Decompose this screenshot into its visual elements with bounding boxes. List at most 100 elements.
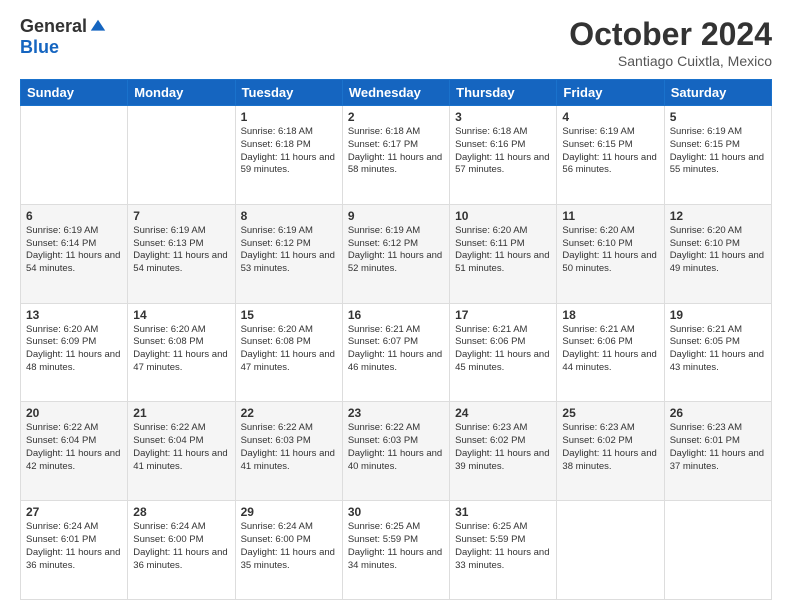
- day-number: 9: [348, 209, 444, 223]
- calendar-week-row: 6Sunrise: 6:19 AM Sunset: 6:14 PM Daylig…: [21, 204, 772, 303]
- col-sunday: Sunday: [21, 80, 128, 106]
- cell-info: Sunrise: 6:22 AM Sunset: 6:04 PM Dayligh…: [133, 422, 229, 473]
- cell-info: Sunrise: 6:24 AM Sunset: 6:00 PM Dayligh…: [133, 521, 229, 572]
- col-friday: Friday: [557, 80, 664, 106]
- page: General Blue October 2024 Santiago Cuixt…: [0, 0, 792, 612]
- day-number: 5: [670, 110, 766, 124]
- cell-info: Sunrise: 6:19 AM Sunset: 6:13 PM Dayligh…: [133, 225, 229, 276]
- title-section: October 2024 Santiago Cuixtla, Mexico: [569, 16, 772, 69]
- calendar-header-row: Sunday Monday Tuesday Wednesday Thursday…: [21, 80, 772, 106]
- cell-info: Sunrise: 6:20 AM Sunset: 6:08 PM Dayligh…: [241, 324, 337, 375]
- logo-general-text: General: [20, 16, 87, 37]
- location-subtitle: Santiago Cuixtla, Mexico: [569, 53, 772, 69]
- day-number: 24: [455, 406, 551, 420]
- cell-info: Sunrise: 6:19 AM Sunset: 6:15 PM Dayligh…: [562, 126, 658, 177]
- day-number: 27: [26, 505, 122, 519]
- cell-info: Sunrise: 6:19 AM Sunset: 6:12 PM Dayligh…: [241, 225, 337, 276]
- cell-info: Sunrise: 6:25 AM Sunset: 5:59 PM Dayligh…: [455, 521, 551, 572]
- calendar-week-row: 20 Sunrise: 6:22 AM Sunset: 6:04 PM Dayli…: [21, 402, 772, 501]
- table-row: 21 Sunrise: 6:22 AM Sunset: 6:04 PM Dayli…: [128, 402, 235, 501]
- day-number: 25: [562, 406, 658, 420]
- table-row: 25 Sunrise: 6:23 AM Sunset: 6:02 PM Dayli…: [557, 402, 664, 501]
- col-wednesday: Wednesday: [342, 80, 449, 106]
- day-number: 30: [348, 505, 444, 519]
- table-row: 27 Sunrise: 6:24 AM Sunset: 6:01 PM Dayli…: [21, 501, 128, 600]
- cell-info: Sunrise: 6:24 AM Sunset: 6:01 PM Dayligh…: [26, 521, 122, 572]
- logo: General Blue: [20, 16, 107, 58]
- day-number: 26: [670, 406, 766, 420]
- day-number: 2: [348, 110, 444, 124]
- day-number: 21: [133, 406, 229, 420]
- cell-info: Sunrise: 6:20 AM Sunset: 6:11 PM Dayligh…: [455, 225, 551, 276]
- day-number: 12: [670, 209, 766, 223]
- table-row: 28 Sunrise: 6:24 AM Sunset: 6:00 PM Dayli…: [128, 501, 235, 600]
- table-row: 23Sunrise: 6:22 AM Sunset: 6:03 PM Dayli…: [342, 402, 449, 501]
- calendar-table: Sunday Monday Tuesday Wednesday Thursday…: [20, 79, 772, 600]
- day-number: 13: [26, 308, 122, 322]
- cell-info: Sunrise: 6:18 AM Sunset: 6:16 PM Dayligh…: [455, 126, 551, 177]
- cell-info: Sunrise: 6:20 AM Sunset: 6:08 PM Dayligh…: [133, 324, 229, 375]
- day-number: 15: [241, 308, 337, 322]
- cell-info: Sunrise: 6:25 AM Sunset: 5:59 PM Dayligh…: [348, 521, 444, 572]
- table-row: 9 Sunrise: 6:19 AM Sunset: 6:12 PM Daylig…: [342, 204, 449, 303]
- table-row: 2 Sunrise: 6:18 AM Sunset: 6:17 PM Daylig…: [342, 106, 449, 205]
- day-number: 4: [562, 110, 658, 124]
- col-saturday: Saturday: [664, 80, 771, 106]
- day-number: 17: [455, 308, 551, 322]
- day-number: 6: [26, 209, 122, 223]
- table-row: 5Sunrise: 6:19 AM Sunset: 6:15 PM Daylig…: [664, 106, 771, 205]
- cell-info: Sunrise: 6:20 AM Sunset: 6:09 PM Dayligh…: [26, 324, 122, 375]
- col-tuesday: Tuesday: [235, 80, 342, 106]
- day-number: 29: [241, 505, 337, 519]
- day-number: 20: [26, 406, 122, 420]
- table-row: 16 Sunrise: 6:21 AM Sunset: 6:07 PM Dayli…: [342, 303, 449, 402]
- day-number: 3: [455, 110, 551, 124]
- day-number: 18: [562, 308, 658, 322]
- calendar-week-row: 1Sunrise: 6:18 AM Sunset: 6:18 PM Daylig…: [21, 106, 772, 205]
- day-number: 16: [348, 308, 444, 322]
- table-row: 19 Sunrise: 6:21 AM Sunset: 6:05 PM Dayli…: [664, 303, 771, 402]
- day-number: 31: [455, 505, 551, 519]
- table-row: [128, 106, 235, 205]
- cell-info: Sunrise: 6:20 AM Sunset: 6:10 PM Dayligh…: [562, 225, 658, 276]
- day-number: 8: [241, 209, 337, 223]
- day-number: 23: [348, 406, 444, 420]
- day-number: 28: [133, 505, 229, 519]
- cell-info: Sunrise: 6:19 AM Sunset: 6:12 PM Dayligh…: [348, 225, 444, 276]
- cell-info: Sunrise: 6:23 AM Sunset: 6:02 PM Dayligh…: [562, 422, 658, 473]
- calendar-week-row: 13 Sunrise: 6:20 AM Sunset: 6:09 PM Dayli…: [21, 303, 772, 402]
- logo-icon: [89, 18, 107, 36]
- table-row: 26 Sunrise: 6:23 AM Sunset: 6:01 PM Dayli…: [664, 402, 771, 501]
- table-row: 4 Sunrise: 6:19 AM Sunset: 6:15 PM Daylig…: [557, 106, 664, 205]
- cell-info: Sunrise: 6:20 AM Sunset: 6:10 PM Dayligh…: [670, 225, 766, 276]
- table-row: [664, 501, 771, 600]
- table-row: 8 Sunrise: 6:19 AM Sunset: 6:12 PM Daylig…: [235, 204, 342, 303]
- table-row: 15 Sunrise: 6:20 AM Sunset: 6:08 PM Dayli…: [235, 303, 342, 402]
- cell-info: Sunrise: 6:18 AM Sunset: 6:17 PM Dayligh…: [348, 126, 444, 177]
- header: General Blue October 2024 Santiago Cuixt…: [20, 16, 772, 69]
- day-number: 19: [670, 308, 766, 322]
- logo-blue-text: Blue: [20, 37, 59, 58]
- day-number: 14: [133, 308, 229, 322]
- table-row: 18 Sunrise: 6:21 AM Sunset: 6:06 PM Dayli…: [557, 303, 664, 402]
- table-row: 7Sunrise: 6:19 AM Sunset: 6:13 PM Daylig…: [128, 204, 235, 303]
- day-number: 22: [241, 406, 337, 420]
- table-row: [557, 501, 664, 600]
- cell-info: Sunrise: 6:24 AM Sunset: 6:00 PM Dayligh…: [241, 521, 337, 572]
- table-row: 30 Sunrise: 6:25 AM Sunset: 5:59 PM Dayli…: [342, 501, 449, 600]
- table-row: 22 Sunrise: 6:22 AM Sunset: 6:03 PM Dayli…: [235, 402, 342, 501]
- cell-info: Sunrise: 6:21 AM Sunset: 6:07 PM Dayligh…: [348, 324, 444, 375]
- table-row: 24 Sunrise: 6:23 AM Sunset: 6:02 PM Dayli…: [450, 402, 557, 501]
- cell-info: Sunrise: 6:22 AM Sunset: 6:03 PM Dayligh…: [241, 422, 337, 473]
- col-monday: Monday: [128, 80, 235, 106]
- table-row: 13 Sunrise: 6:20 AM Sunset: 6:09 PM Dayli…: [21, 303, 128, 402]
- cell-info: Sunrise: 6:21 AM Sunset: 6:05 PM Dayligh…: [670, 324, 766, 375]
- table-row: 1Sunrise: 6:18 AM Sunset: 6:18 PM Daylig…: [235, 106, 342, 205]
- table-row: 12 Sunrise: 6:20 AM Sunset: 6:10 PM Dayli…: [664, 204, 771, 303]
- table-row: [21, 106, 128, 205]
- cell-info: Sunrise: 6:23 AM Sunset: 6:01 PM Dayligh…: [670, 422, 766, 473]
- cell-info: Sunrise: 6:21 AM Sunset: 6:06 PM Dayligh…: [562, 324, 658, 375]
- table-row: 20Sunrise: 6:22 AM Sunset: 6:04 PM Dayli…: [21, 402, 128, 501]
- table-row: 6Sunrise: 6:19 AM Sunset: 6:14 PM Daylig…: [21, 204, 128, 303]
- cell-info: Sunrise: 6:23 AM Sunset: 6:02 PM Dayligh…: [455, 422, 551, 473]
